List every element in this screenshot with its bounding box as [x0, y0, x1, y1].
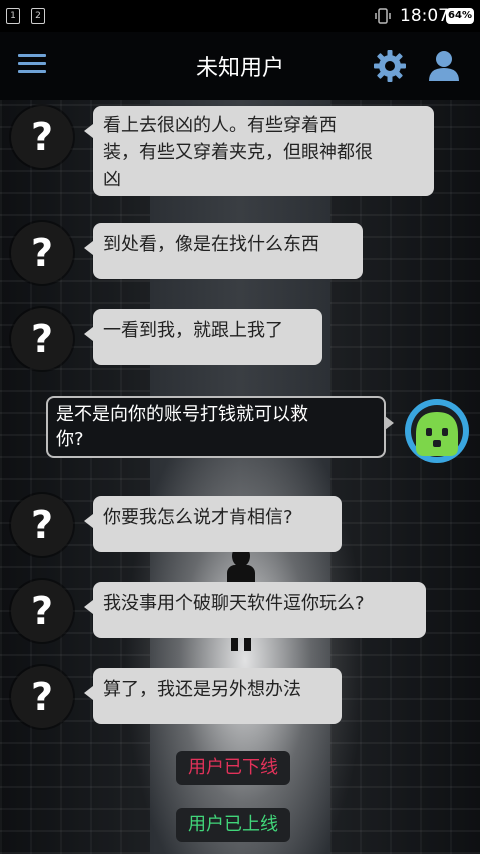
unknown-avatar[interactable]: ? [11, 494, 73, 556]
my-message-bubble[interactable]: 是不是向你的账号打钱就可以救 你? [46, 396, 394, 458]
status-bar: 1 2 18:07 64% [0, 0, 480, 32]
title-bar: 未知用户 [0, 32, 480, 100]
gear-icon[interactable] [372, 48, 408, 84]
message-text: 一看到我，就跟上我了 [103, 320, 283, 341]
message-text: 装，有些又穿着夹克，但眼神都很 [103, 142, 373, 163]
message-text: 到处看，像是在找什么东西 [103, 234, 319, 255]
message-text: 是不是向你的账号打钱就可以救 [56, 404, 308, 425]
message-bubble[interactable]: 我没事用个破聊天软件逗你玩么? [84, 582, 426, 638]
message-bubble[interactable]: 到处看，像是在找什么东西 [84, 223, 363, 279]
sim2-icon: 2 [31, 8, 45, 24]
unknown-avatar[interactable]: ? [11, 106, 73, 168]
page-title: 未知用户 [195, 56, 284, 81]
vibrate-icon [375, 8, 391, 24]
message-bubble[interactable]: 看上去很凶的人。有些穿着西 装，有些又穿着夹克，但眼神都很 凶 [84, 106, 434, 196]
background-buildings-left [0, 100, 150, 854]
unknown-avatar[interactable]: ? [11, 666, 73, 728]
unknown-avatar[interactable]: ? [11, 308, 73, 370]
my-avatar-icon[interactable] [404, 398, 470, 464]
message-text: 看上去很凶的人。有些穿着西 [103, 115, 337, 136]
user-online-notice: 用户已上线 [176, 808, 290, 842]
background-buildings-right [330, 100, 480, 854]
user-icon[interactable] [426, 48, 462, 84]
sim1-icon: 1 [6, 8, 20, 24]
chat-area[interactable]: ? 看上去很凶的人。有些穿着西 装，有些又穿着夹克，但眼神都很 凶 ? 到处看，… [0, 100, 480, 854]
message-text: 我没事用个破聊天软件逗你玩么? [103, 593, 365, 614]
message-text: 你? [56, 429, 84, 450]
message-text: 你要我怎么说才肯相信? [103, 507, 293, 528]
message-text: 凶 [103, 169, 121, 190]
unknown-avatar[interactable]: ? [11, 222, 73, 284]
battery-indicator: 64% [446, 8, 474, 24]
clock: 18:07 [400, 6, 449, 26]
user-offline-notice: 用户已下线 [176, 751, 290, 785]
message-bubble[interactable]: 算了，我还是另外想办法 [84, 668, 342, 724]
unknown-avatar[interactable]: ? [11, 580, 73, 642]
message-text: 算了，我还是另外想办法 [103, 679, 301, 700]
message-bubble[interactable]: 一看到我，就跟上我了 [84, 309, 322, 365]
message-bubble[interactable]: 你要我怎么说才肯相信? [84, 496, 342, 552]
